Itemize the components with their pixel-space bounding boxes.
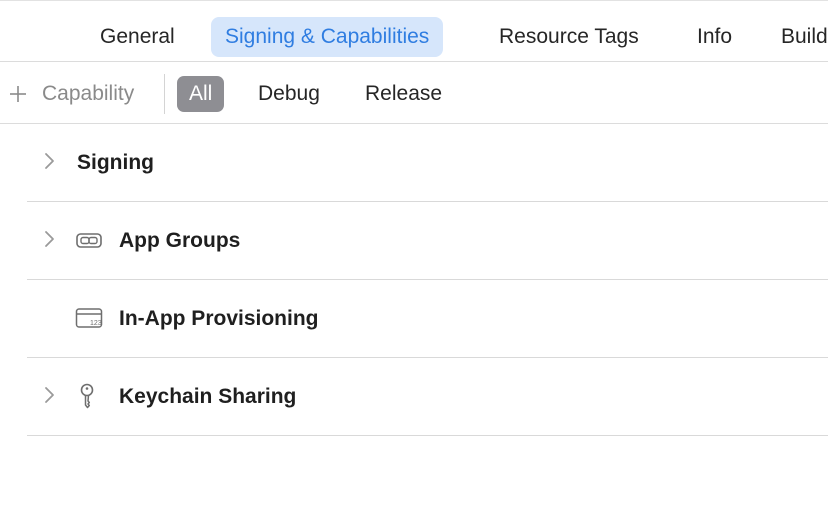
capability-title: Keychain Sharing	[119, 385, 297, 408]
capability-title: App Groups	[119, 229, 241, 252]
chevron-right-icon[interactable]	[43, 385, 55, 405]
capability-row-keychain-sharing[interactable]: Keychain Sharing	[27, 358, 828, 436]
tab-info[interactable]: Info	[683, 17, 746, 57]
tab-build[interactable]: Build	[767, 17, 828, 57]
add-capability-label: Capability	[42, 82, 135, 105]
capability-row-in-app-provisioning[interactable]: 123 In-App Provisioning	[27, 280, 828, 358]
tab-resource-tags[interactable]: Resource Tags	[485, 17, 653, 57]
key-icon	[80, 383, 94, 409]
chevron-right-icon[interactable]	[43, 229, 55, 249]
add-capability-button[interactable]: Capability	[8, 78, 134, 110]
config-debug-segment[interactable]: Debug	[246, 76, 332, 112]
chevron-right-icon[interactable]	[43, 151, 55, 171]
svg-text:123: 123	[90, 320, 102, 327]
config-release-segment[interactable]: Release	[353, 76, 454, 112]
config-all-segment[interactable]: All	[177, 76, 225, 112]
capability-row-signing[interactable]: Signing	[27, 124, 828, 202]
configuration-bar: Capability All Debug Release	[0, 62, 828, 124]
toolbar-divider	[164, 74, 165, 114]
capabilities-editor: General Signing & Capabilities Resource …	[0, 0, 828, 514]
capability-title: Signing	[77, 151, 154, 174]
tab-general[interactable]: General	[86, 17, 189, 57]
capability-title: In-App Provisioning	[119, 307, 319, 330]
capability-row-app-groups[interactable]: App Groups	[27, 202, 828, 280]
card-icon: 123	[75, 308, 103, 328]
tab-signing-capabilities[interactable]: Signing & Capabilities	[211, 17, 444, 57]
plus-icon	[10, 86, 26, 102]
editor-tab-bar: General Signing & Capabilities Resource …	[0, 0, 828, 62]
app-groups-icon	[76, 233, 102, 248]
